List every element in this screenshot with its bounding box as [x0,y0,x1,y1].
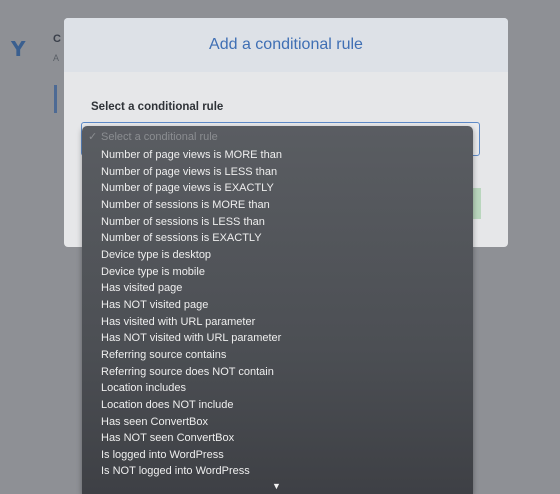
dropdown-option[interactable]: Is logged into WordPress [101,447,224,463]
scroll-down-arrow-icon[interactable]: ▼ [272,482,281,491]
dropdown-option[interactable]: Number of page views is EXACTLY [101,180,274,196]
dropdown-option[interactable]: Has NOT visited with URL parameter [101,330,281,346]
dropdown-option[interactable]: Device type is mobile [101,264,205,280]
dropdown-option[interactable]: Has NOT seen ConvertBox [101,430,234,446]
checkmark-icon: ✓ [88,131,98,143]
conditional-rule-label: Select a conditional rule [91,101,224,113]
dropdown-option[interactable]: Number of sessions is LESS than [101,214,265,230]
dropdown-option-label: Select a conditional rule [101,131,218,143]
dropdown-option[interactable]: Referring source does NOT contain [101,364,274,380]
dropdown-option[interactable]: Number of sessions is EXACTLY [101,230,262,246]
modal-header: Add a conditional rule [64,18,508,72]
background-subtitle: A [53,53,60,63]
dropdown-option[interactable]: Location includes [101,380,186,396]
modal-title: Add a conditional rule [209,36,363,53]
dropdown-option[interactable]: Has seen ConvertBox [101,414,208,430]
dropdown-option[interactable]: Has visited with URL parameter [101,314,255,330]
dropdown-option[interactable]: Number of page views is LESS than [101,164,277,180]
dropdown-option[interactable]: Referring source contains [101,347,226,363]
background-title: C [53,33,61,45]
dropdown-option[interactable]: Location does NOT include [101,397,234,413]
dropdown-option[interactable]: Has NOT visited page [101,297,208,313]
dropdown-option-placeholder[interactable]: ✓ Select a conditional rule [88,129,218,145]
conditional-rule-dropdown[interactable]: ✓ Select a conditional rule Number of pag… [82,126,473,494]
dropdown-option[interactable]: Has visited page [101,280,182,296]
background-accent-bar [54,85,57,113]
app-logo-icon: Y [11,37,26,61]
dropdown-option[interactable]: Number of page views is MORE than [101,147,282,163]
dropdown-option[interactable]: Number of sessions is MORE than [101,197,270,213]
dropdown-option[interactable]: Is NOT logged into WordPress [101,463,250,479]
dropdown-option[interactable]: Device type is desktop [101,247,211,263]
